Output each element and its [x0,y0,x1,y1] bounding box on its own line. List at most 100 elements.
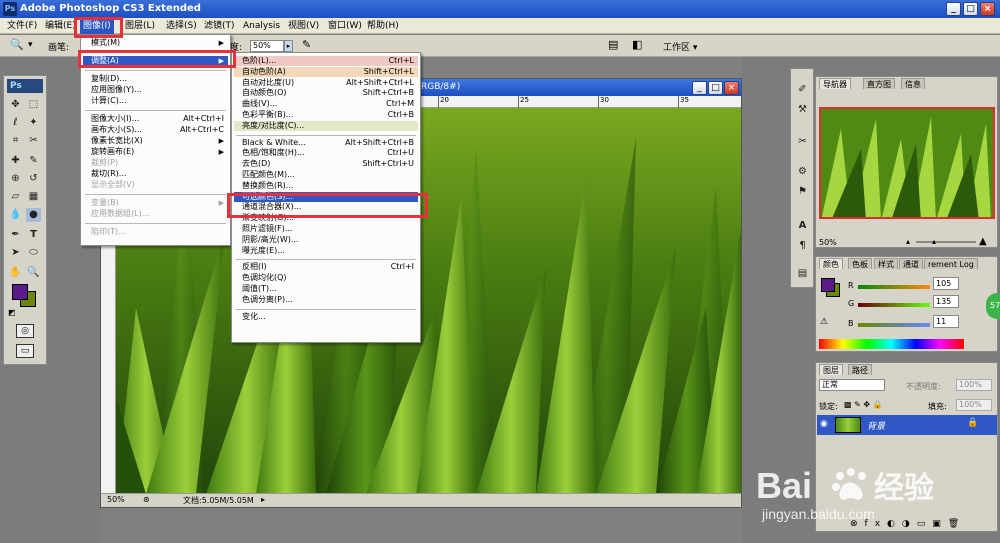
menu-item[interactable]: 调整(A) ▶ [83,56,228,66]
doc-minimize-button[interactable]: _ [692,81,707,95]
menu-1[interactable]: 编辑(E) [42,18,79,34]
path-selection-tool-icon[interactable]: ➤ [8,246,23,260]
menu-item[interactable]: 通道混合器(X)... [234,202,418,212]
slice-tool-icon[interactable]: ✂ [26,134,41,148]
status-arrow-icon[interactable]: ▸ [261,495,265,504]
menu-item[interactable]: 替换颜色(R)... [234,181,418,191]
zoom-arrow-button[interactable]: ▸ [284,40,293,52]
tab-paths[interactable]: 路径 [848,364,872,375]
default-colors-icon[interactable]: ◩ [8,308,16,317]
type-tool-icon[interactable]: T [26,228,41,242]
gamut-warning-icon[interactable]: ⚠ [820,317,828,327]
magic-wand-tool-icon[interactable]: ✦ [26,116,41,130]
character-panel-icon[interactable]: A [795,219,810,233]
green-value-input[interactable]: 135 [933,295,959,308]
tool-presets-panel-icon[interactable]: ⚒ [795,103,810,117]
blur-tool-icon[interactable]: 💧 [8,208,23,222]
lasso-tool-icon[interactable]: ℓ [8,116,23,130]
healing-brush-tool-icon[interactable]: ✚ [8,154,23,168]
zoom-slider-handle[interactable]: ▴ [932,237,936,246]
zoom-value-field[interactable]: 50% [250,40,284,52]
tab-navigator[interactable]: 导航器 [819,78,851,89]
green-slider[interactable] [858,303,930,307]
doc-close-button[interactable]: × [724,81,739,95]
menu-item[interactable]: 渐变映射(G)... [234,213,418,223]
menu-6[interactable]: Analysis [240,18,283,34]
tab-swatches[interactable]: 色板 [848,258,872,269]
menu-item[interactable]: 亮度/对比度(C)... [234,120,418,131]
layer-fill-input[interactable]: 100% [956,399,992,411]
pen-tool-icon[interactable]: ✒ [8,228,23,242]
maximize-button[interactable]: □ [963,2,978,16]
doc-maximize-button[interactable]: □ [708,81,723,95]
crop-tool-icon[interactable]: ⌗ [8,134,23,148]
layer-name[interactable]: 背景 [867,419,885,432]
menu-item[interactable]: 可选颜色(S)... [234,191,418,202]
layer-opacity-input[interactable]: 100% [956,379,992,391]
actions-panel-icon[interactable]: ⚑ [795,185,810,199]
menu-item[interactable]: 去色(D) Shift+Ctrl+U [234,159,418,169]
history-panel-icon[interactable]: ⚙ [795,165,810,179]
layer-row-background[interactable]: ◉ 背景 🔒 [817,415,997,435]
menu-8[interactable]: 窗口(W) [325,18,365,34]
tab-histogram[interactable]: 直方图 [863,78,895,89]
menu-item[interactable]: Black & White... Alt+Shift+Ctrl+B [234,138,418,148]
tab-channels[interactable]: 通道 [899,258,923,269]
blue-value-input[interactable]: 11 [933,315,959,328]
history-brush-tool-icon[interactable]: ↺ [26,172,41,186]
quick-mask-icon[interactable]: ◎ [16,324,34,338]
blue-slider[interactable] [858,323,930,327]
color-ramp[interactable] [819,339,964,349]
palette-well-icon[interactable]: ▤ [608,38,618,51]
tab-styles[interactable]: 样式 [874,258,898,269]
marquee-tool-icon[interactable]: ⬚ [26,98,41,112]
visibility-eye-icon[interactable]: ◉ [820,419,828,429]
shape-tool-icon[interactable]: ⬭ [26,246,41,260]
menu-item[interactable]: 色阶(L)... Ctrl+L [234,56,418,66]
dodge-tool-icon[interactable]: ● [26,208,41,222]
menu-4[interactable]: 选择(S) [163,18,200,34]
document-icon[interactable]: ◧ [632,38,642,51]
brushes-panel-icon[interactable]: ✐ [795,83,810,97]
move-tool-icon[interactable]: ✥ [8,98,23,112]
menu-item[interactable]: 复制(D)... [83,74,228,84]
menu-item[interactable]: 自动色阶(A) Shift+Ctrl+L [234,66,418,77]
menu-item[interactable]: 自动对比度(U) Alt+Shift+Ctrl+L [234,78,418,88]
lock-icons[interactable]: ▩ ✎ ✥ 🔒 [844,400,883,409]
menu-item[interactable]: 画布大小(S)... Alt+Ctrl+C [83,125,228,135]
foreground-color-swatch[interactable] [12,284,28,300]
tab-info[interactable]: 信息 [901,78,925,89]
layer-comps-panel-icon[interactable]: ▤ [795,267,810,281]
airbrush-icon[interactable]: ✎ [302,38,311,51]
red-slider[interactable] [858,285,930,289]
menu-item[interactable]: 计算(C)... [83,96,228,106]
zoom-in-icon[interactable]: ▲ [979,236,987,247]
menu-item[interactable]: 匹配颜色(M)... [234,170,418,180]
menu-item[interactable]: 变化... [234,312,418,322]
menu-item[interactable]: 应用图像(Y)... [83,85,228,95]
hand-tool-icon[interactable]: ✋ [8,266,23,280]
navigator-preview[interactable] [819,107,995,219]
tab-history-log[interactable]: rement Log [924,258,978,269]
tab-layers[interactable]: 图层 [819,364,843,375]
menu-0[interactable]: 文件(F) [4,18,40,34]
menu-2[interactable]: 图像(I) [80,18,114,34]
navigator-zoom[interactable]: 50% [819,238,837,247]
menu-item[interactable]: 色调均化(Q) [234,273,418,283]
zoom-tool-icon[interactable]: 🔍 [10,38,24,51]
tool-preset-dropdown[interactable]: ▾ [28,40,33,50]
clone-stamp-tool-icon[interactable]: ⊕ [8,172,23,186]
menu-item[interactable]: 旋转画布(E) ▶ [83,147,228,157]
menu-7[interactable]: 视图(V) [285,18,322,34]
menu-5[interactable]: 滤镜(T) [201,18,238,34]
brush-tool-icon[interactable]: ✎ [26,154,41,168]
menu-item[interactable]: 色彩平衡(B)... Ctrl+B [234,110,418,120]
menu-item[interactable]: 阈值(T)... [234,284,418,294]
minimize-button[interactable]: _ [946,2,961,16]
workspace-button[interactable]: 工作区 ▾ [663,40,697,53]
menu-9[interactable]: 帮助(H) [364,18,402,34]
color-panel-fg-swatch[interactable] [821,278,835,292]
zoom-out-icon[interactable]: ▴ [906,237,910,246]
gradient-tool-icon[interactable]: ▦ [26,190,41,204]
menu-item[interactable]: 曲线(V)... Ctrl+M [234,99,418,109]
